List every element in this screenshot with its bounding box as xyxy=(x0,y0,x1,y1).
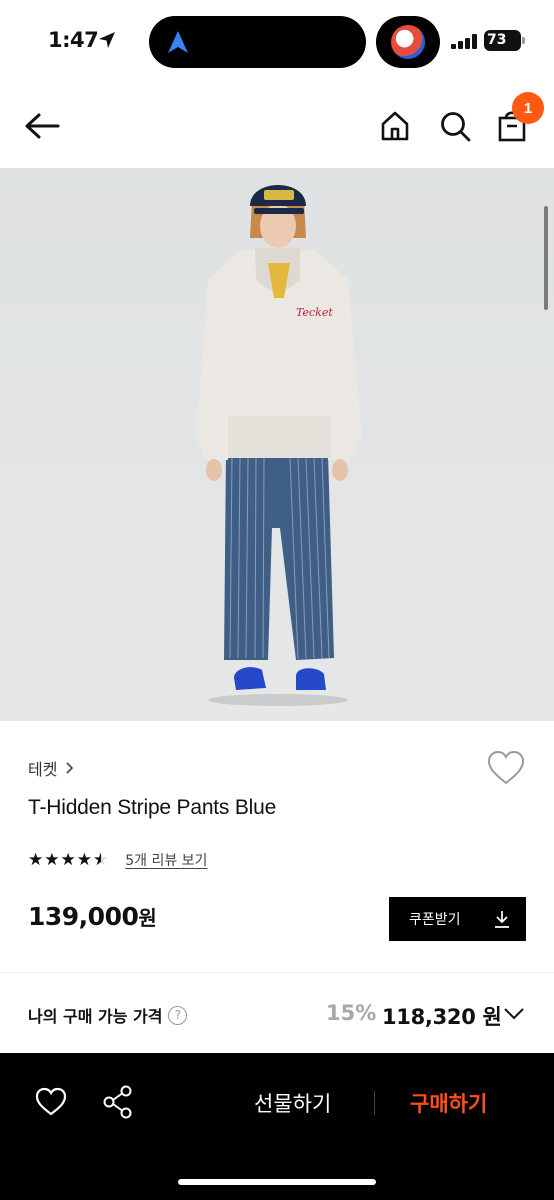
cell-signal-icon xyxy=(451,34,477,49)
download-icon xyxy=(495,911,509,928)
scroll-indicator[interactable] xyxy=(544,206,548,310)
location-arrow-icon xyxy=(99,32,115,48)
coupon-button[interactable]: 쿠폰받기 xyxy=(389,897,526,941)
bottom-action-bar: 선물하기 구매하기 xyxy=(0,1053,554,1200)
stars-filled: ★★★★★ xyxy=(28,851,101,869)
battery-icon: 73 xyxy=(484,30,521,51)
cart-count-badge: 1 xyxy=(512,92,544,124)
final-price: 118,320 원 xyxy=(382,1005,502,1029)
wishlist-heart-icon[interactable] xyxy=(486,750,526,786)
home-icon xyxy=(381,111,409,141)
top-nav: 1 xyxy=(0,84,554,168)
battery-cap xyxy=(522,37,525,44)
brand-name: 테켓 xyxy=(28,760,58,779)
gift-button[interactable]: 선물하기 xyxy=(254,1088,331,1118)
product-title: T-Hidden Stripe Pants Blue xyxy=(28,796,277,819)
chevron-right-icon xyxy=(66,762,74,774)
product-price: 139,000원 xyxy=(28,902,157,931)
app-logo-icon xyxy=(391,25,425,59)
bar-separator xyxy=(374,1091,375,1115)
search-button[interactable] xyxy=(435,106,475,146)
price-unit: 원 xyxy=(138,906,157,930)
chevron-down-icon[interactable] xyxy=(503,1007,525,1021)
discount-rate: 15% xyxy=(326,1001,377,1025)
home-indicator xyxy=(178,1179,376,1185)
coupon-label: 쿠폰받기 xyxy=(409,912,461,928)
my-price-label: 나의 구매 가능 가격 ? xyxy=(28,1003,188,1027)
navigation-icon xyxy=(168,31,188,53)
cart-button[interactable]: 1 xyxy=(492,92,544,146)
my-price-text: 나의 구매 가능 가격 xyxy=(28,1007,163,1026)
svg-text:Tecket: Tecket xyxy=(296,306,333,319)
back-arrow-icon xyxy=(25,113,60,139)
product-image[interactable]: Tecket xyxy=(0,168,554,721)
help-icon[interactable]: ? xyxy=(168,1005,188,1025)
back-button[interactable] xyxy=(22,106,62,146)
price-value: 139,000 xyxy=(28,902,139,931)
status-time: 1:47 xyxy=(48,28,99,52)
model-photo: Tecket xyxy=(196,185,362,706)
my-price-row[interactable]: 나의 구매 가능 가격 ? 15% 118,320 원 xyxy=(0,973,554,1053)
rating-row: ★★★★★ ★★★★★ 5개 리뷰 보기 xyxy=(28,850,207,870)
review-link[interactable]: 5개 리뷰 보기 xyxy=(125,850,207,870)
brand-link[interactable]: 테켓 xyxy=(28,756,74,780)
share-icon[interactable] xyxy=(102,1085,134,1119)
buy-button[interactable]: 구매하기 xyxy=(410,1088,487,1118)
live-activity-app xyxy=(376,16,440,68)
home-button[interactable] xyxy=(375,106,415,146)
search-icon xyxy=(441,112,471,142)
status-bar: 1:47 73 xyxy=(0,0,554,84)
heart-icon[interactable] xyxy=(35,1087,67,1117)
rating-stars: ★★★★★ ★★★★★ xyxy=(28,851,109,869)
dynamic-island xyxy=(149,16,366,68)
